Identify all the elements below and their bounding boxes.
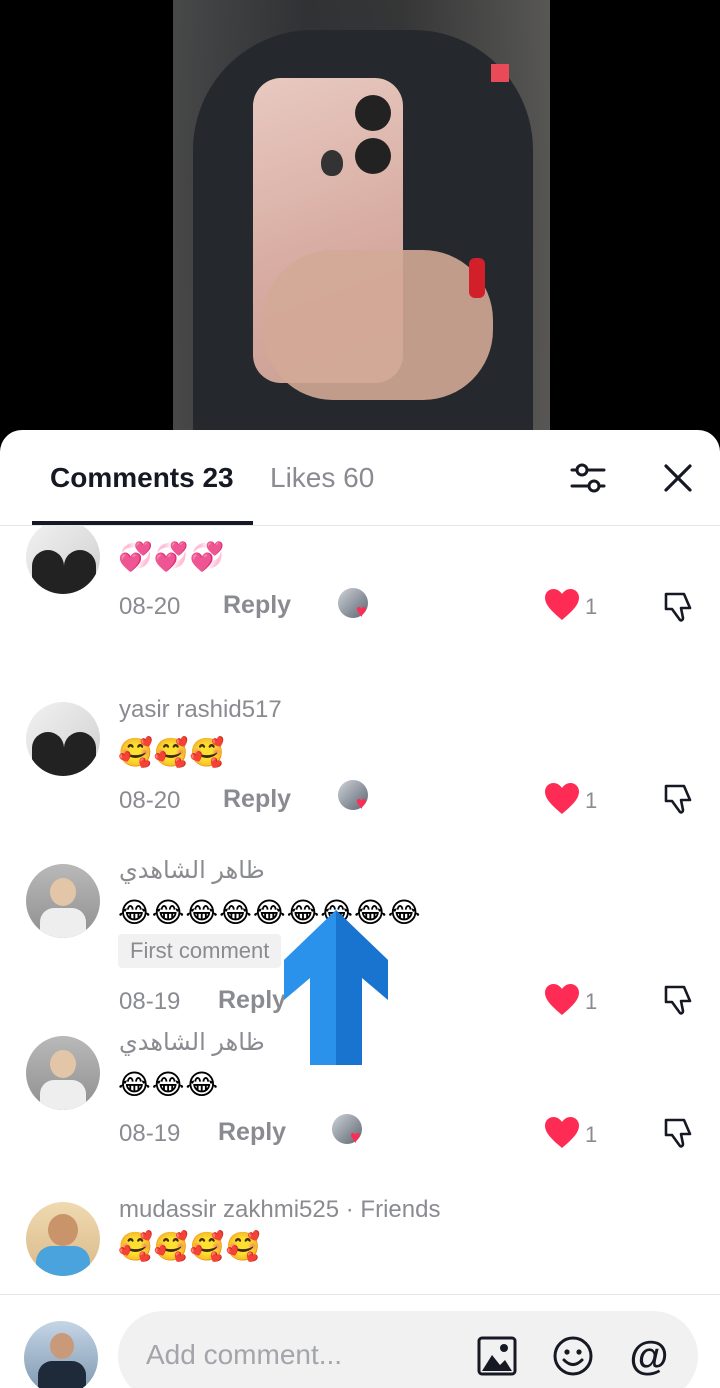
thumbs-down-icon[interactable]: [660, 780, 696, 816]
tab-comments[interactable]: Comments 23: [50, 462, 234, 494]
comment-input-placeholder: Add comment...: [146, 1339, 343, 1370]
smiley-icon[interactable]: [552, 1335, 594, 1377]
comment-date: 08-20: [119, 787, 181, 814]
comment-date: 08-19: [119, 1120, 181, 1147]
up-arrow-icon: [284, 910, 388, 1065]
comment-date: 08-19: [119, 988, 181, 1015]
close-icon[interactable]: [658, 458, 698, 498]
heart-icon[interactable]: [544, 1116, 580, 1150]
comments-sheet: Comments 23 Likes 60 💞💞💞 08-20 Reply ♥ 1…: [0, 430, 720, 1388]
like-count: 1: [585, 788, 598, 813]
comment-text: 😂😂😂: [118, 1069, 220, 1100]
reply-button[interactable]: Reply: [218, 1118, 286, 1147]
avatar[interactable]: [26, 526, 100, 594]
comment-input-bar: Add comment... @: [0, 1294, 720, 1388]
at-icon[interactable]: @: [626, 1333, 672, 1379]
user-avatar[interactable]: [24, 1321, 98, 1388]
video-frame: [173, 0, 550, 440]
heart-icon[interactable]: [544, 782, 580, 816]
comment-username[interactable]: mudassir zakhmi525 · Friends: [119, 1196, 440, 1224]
thumbs-down-icon[interactable]: [660, 588, 696, 624]
tab-likes[interactable]: Likes 60: [270, 462, 374, 494]
creator-liked-badge: ♥: [338, 588, 372, 622]
video-player[interactable]: [0, 0, 720, 440]
active-tab-indicator: [32, 521, 253, 525]
thumbs-down-icon[interactable]: [660, 1114, 696, 1150]
comment-username[interactable]: ظاهر الشاهدي: [119, 1028, 265, 1057]
comment-text: 💞💞💞: [118, 541, 226, 572]
creator-liked-badge: ♥: [332, 1114, 366, 1148]
comment-text: 🥰🥰🥰🥰: [118, 1231, 262, 1262]
avatar[interactable]: [26, 864, 100, 938]
first-comment-badge: First comment: [118, 934, 282, 968]
comment-input[interactable]: Add comment... @: [118, 1311, 698, 1388]
like-count: 1: [585, 989, 598, 1014]
like-count: 1: [585, 594, 598, 619]
comment-username[interactable]: ظاهر الشاهدي: [119, 856, 265, 885]
heart-icon[interactable]: [544, 588, 580, 622]
image-icon[interactable]: [476, 1335, 518, 1377]
like-count: 1: [585, 1122, 598, 1147]
sheet-header: Comments 23 Likes 60: [0, 430, 720, 526]
comment-username[interactable]: yasir rashid517: [119, 696, 282, 724]
filter-icon[interactable]: [568, 458, 608, 498]
comment-date: 08-20: [119, 593, 181, 620]
thumbs-down-icon[interactable]: [660, 981, 696, 1017]
comment-text: 🥰🥰🥰: [118, 737, 226, 768]
avatar[interactable]: [26, 1036, 100, 1110]
reply-button[interactable]: Reply: [223, 591, 291, 620]
heart-icon[interactable]: [544, 983, 580, 1017]
reply-button[interactable]: Reply: [218, 986, 286, 1015]
avatar[interactable]: [26, 1202, 100, 1276]
creator-liked-badge: ♥: [338, 780, 372, 814]
reply-button[interactable]: Reply: [223, 785, 291, 814]
avatar[interactable]: [26, 702, 100, 776]
